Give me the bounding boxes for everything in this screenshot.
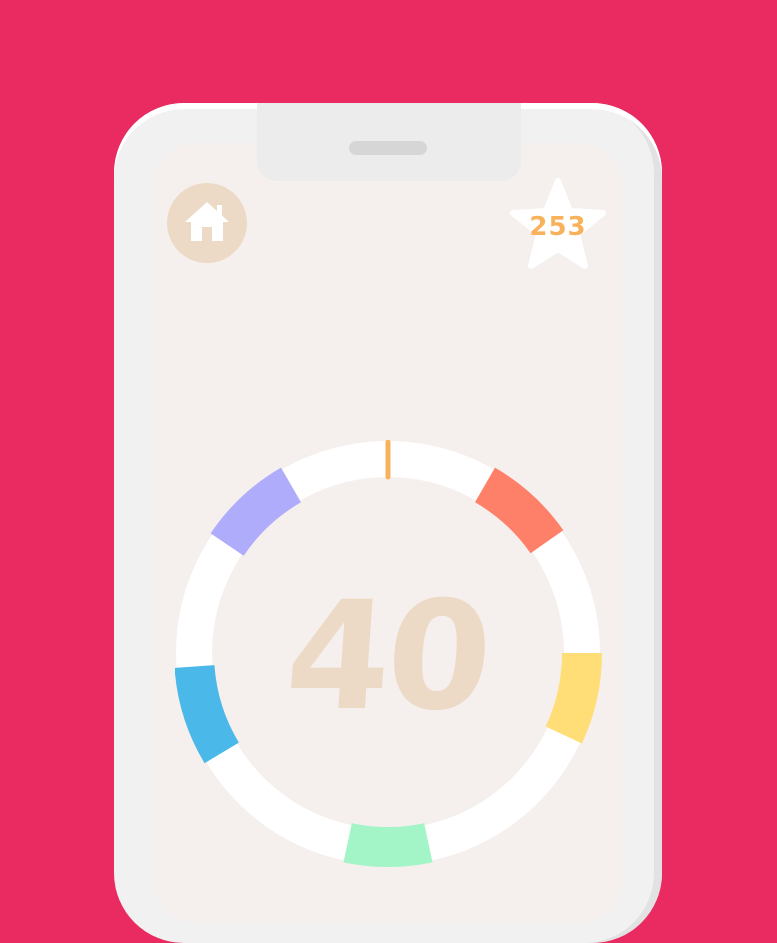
ring-segment-1 (474, 467, 564, 554)
home-button[interactable] (167, 183, 247, 263)
score-display: 40 (280, 570, 494, 744)
phone-speaker (349, 141, 427, 155)
ring-segment-2 (545, 652, 602, 744)
star-count-value: 253 (529, 212, 587, 242)
ring-segment-3 (343, 823, 433, 867)
ring-segment-4 (175, 664, 240, 764)
ring-segment-5 (210, 467, 302, 557)
star-counter: 253 (508, 178, 608, 274)
